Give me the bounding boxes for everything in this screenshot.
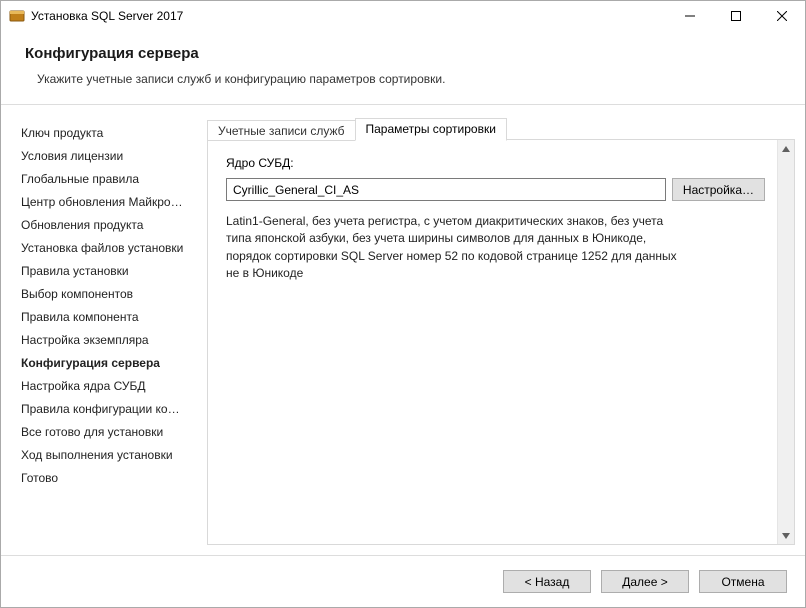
sidebar-item[interactable]: Ключ продукта (19, 121, 189, 144)
wizard-steps-sidebar: Ключ продукта Условия лицензии Глобальны… (1, 105, 197, 555)
scroll-track[interactable] (778, 157, 794, 527)
minimize-button[interactable] (667, 1, 713, 31)
collation-input[interactable] (226, 178, 666, 201)
close-button[interactable] (759, 1, 805, 31)
tabstrip: Учетные записи служб Параметры сортировк… (207, 118, 506, 141)
engine-label: Ядро СУБД: (226, 156, 765, 170)
sidebar-item[interactable]: Все готово для установки (19, 420, 189, 443)
page-header: Конфигурация сервера Укажите учетные зап… (1, 31, 805, 105)
sidebar-item[interactable]: Настройка экземпляра (19, 328, 189, 351)
customize-button[interactable]: Настройка… (672, 178, 765, 201)
body: Ключ продукта Условия лицензии Глобальны… (1, 105, 805, 555)
collation-description: Latin1-General, без учета регистра, с уч… (226, 213, 686, 283)
wizard-footer: < Назад Далее > Отмена (1, 555, 805, 607)
installer-window: Установка SQL Server 2017 Конфигурация с… (0, 0, 806, 608)
sidebar-item[interactable]: Условия лицензии (19, 144, 189, 167)
tab-service-accounts[interactable]: Учетные записи служб (207, 120, 356, 141)
sidebar-item[interactable]: Глобальные правила (19, 167, 189, 190)
cancel-button[interactable]: Отмена (699, 570, 787, 593)
vertical-scrollbar[interactable] (777, 140, 794, 544)
app-icon (9, 8, 25, 24)
sidebar-item[interactable]: Настройка ядра СУБД (19, 374, 189, 397)
maximize-button[interactable] (713, 1, 759, 31)
window-title: Установка SQL Server 2017 (31, 9, 667, 23)
next-button[interactable]: Далее > (601, 570, 689, 593)
sidebar-item[interactable]: Правила компонента (19, 305, 189, 328)
tab-collation[interactable]: Параметры сортировки (355, 118, 507, 141)
sidebar-item[interactable]: Центр обновления Майкросо… (19, 190, 189, 213)
page-subtitle: Укажите учетные записи служб и конфигура… (25, 72, 781, 86)
collation-content: Ядро СУБД: Настройка… Latin1-General, бе… (208, 140, 777, 544)
sidebar-item-active[interactable]: Конфигурация сервера (19, 351, 189, 374)
scroll-down-arrow[interactable] (778, 527, 794, 544)
sidebar-item[interactable]: Правила установки (19, 259, 189, 282)
scroll-up-arrow[interactable] (778, 140, 794, 157)
sidebar-item[interactable]: Выбор компонентов (19, 282, 189, 305)
tab-panel: Учетные записи служб Параметры сортировк… (207, 139, 795, 545)
titlebar: Установка SQL Server 2017 (1, 1, 805, 31)
back-button[interactable]: < Назад (503, 570, 591, 593)
page-title: Конфигурация сервера (25, 45, 781, 62)
sidebar-item[interactable]: Установка файлов установки (19, 236, 189, 259)
sidebar-item[interactable]: Готово (19, 466, 189, 489)
sidebar-item[interactable]: Правила конфигурации комп… (19, 397, 189, 420)
sidebar-item[interactable]: Обновления продукта (19, 213, 189, 236)
sidebar-item[interactable]: Ход выполнения установки (19, 443, 189, 466)
main-area: Учетные записи служб Параметры сортировк… (197, 105, 805, 555)
